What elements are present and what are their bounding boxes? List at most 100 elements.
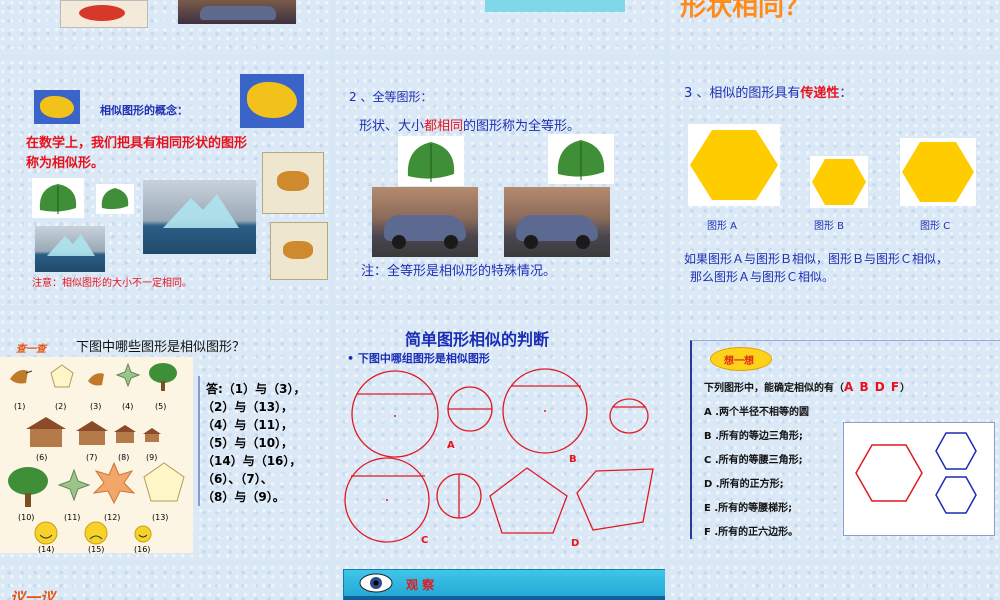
hexagon-panel-b bbox=[810, 156, 868, 208]
iceberg-photo-large bbox=[143, 180, 256, 254]
definition-prefix: 形状、大小 bbox=[359, 119, 425, 134]
question-answer: A B D F bbox=[844, 380, 901, 394]
label-a: 图形 A bbox=[707, 221, 738, 232]
slide-top-left bbox=[0, 0, 330, 55]
answer-line-6: （6）、（7）、 bbox=[202, 472, 273, 486]
think-option-d: D .所有的正方形; bbox=[704, 479, 784, 490]
fig-num-15: (15) bbox=[88, 545, 105, 554]
slide-bottom-left: 议一议 bbox=[0, 565, 330, 600]
judge-label-a: A bbox=[447, 440, 455, 451]
circle-b-small bbox=[609, 398, 649, 434]
smiley-small bbox=[134, 525, 152, 543]
fig-num-10: (10) bbox=[18, 513, 35, 522]
label-b: 图形 B bbox=[814, 221, 845, 232]
slide-transitive: 3 、相似的图形具有传递性： 图形 A 图形 B 图形 C 如果图形Ａ与图形Ｂ相… bbox=[670, 60, 1000, 305]
fig-num-2: (2) bbox=[55, 402, 67, 411]
china-map-large bbox=[240, 74, 304, 128]
leaf-large bbox=[32, 178, 84, 218]
think-badge: 想一想 bbox=[710, 347, 772, 371]
judge-figures bbox=[344, 368, 654, 543]
house-tiny bbox=[143, 428, 161, 442]
concept-title: 相似图形的概念： bbox=[100, 104, 188, 117]
judge-label-b: B bbox=[569, 454, 577, 465]
heading-suffix: ： bbox=[839, 86, 853, 101]
cyan-picture bbox=[485, 0, 625, 12]
congruent-definition: 形状、大小都相同的图形称为全等形。 bbox=[359, 115, 580, 134]
slide-judge: 简单图形相似的判断 • 下图中哪组图形是相似图形 A B C D bbox=[335, 310, 665, 560]
fig-num-13: (13) bbox=[152, 513, 169, 522]
answer-line-3: （4）与（11）， bbox=[202, 418, 294, 432]
house-large bbox=[26, 417, 66, 447]
check-badge: 查一查 bbox=[16, 344, 46, 355]
think-question: 下列图形中，能确定相似的有（A B D F） bbox=[704, 379, 910, 394]
circle-a-large bbox=[351, 370, 439, 458]
hexagon-blue-top bbox=[935, 432, 977, 470]
hexagon-panel-c bbox=[900, 138, 976, 206]
hexagon-box bbox=[843, 422, 995, 536]
pentagon-d-1 bbox=[489, 467, 568, 534]
car-photo-right bbox=[504, 187, 610, 257]
answer-line-4: （5）与（10）， bbox=[202, 436, 294, 450]
question-prefix: 下列图形中，能确定相似的有（ bbox=[704, 383, 844, 394]
bird-1 bbox=[10, 370, 33, 384]
heading-emphasis: 传递性 bbox=[800, 86, 840, 101]
smiley-large bbox=[34, 521, 58, 545]
answer-line-7: （8）与（9）。 bbox=[202, 490, 285, 504]
fig-num-14: (14) bbox=[38, 545, 55, 554]
slide-bottom-mid: 观 察 bbox=[335, 565, 665, 600]
tree-large bbox=[8, 467, 48, 507]
tree-small bbox=[149, 363, 177, 391]
star-large bbox=[57, 468, 91, 502]
slide-check: 查一查 下图中哪些图形是相似图形？ (1) (2) (3) (4) (5) (6… bbox=[0, 310, 330, 560]
think-option-f: F .所有的正六边形。 bbox=[704, 527, 799, 538]
think-option-c: C .所有的等腰三角形; bbox=[704, 455, 803, 466]
slide-congruent: 2 、全等图形： 形状、大小都相同的图形称为全等形。 注：全等形是相似形的特殊情… bbox=[335, 60, 665, 305]
hexagon-blue-bottom bbox=[935, 476, 977, 514]
pentagon-small bbox=[50, 364, 74, 388]
partial-badge: 议一议 bbox=[10, 589, 56, 600]
hexagon-c bbox=[902, 142, 974, 202]
slide-top-mid bbox=[335, 0, 665, 55]
think-option-b: B .所有的等边三角形; bbox=[704, 431, 803, 442]
leaf-left bbox=[398, 136, 464, 186]
hexagon-panel-a bbox=[688, 124, 780, 206]
judge-label-d: D bbox=[571, 538, 580, 549]
think-badge-text: 想一想 bbox=[724, 356, 754, 367]
slide-similar-concept: 相似图形的概念： 在数学上，我们把具有相同形状的图形 称为相似形。 注意：相似图… bbox=[0, 60, 330, 305]
hexagon-a bbox=[690, 130, 778, 200]
congruent-note: 注：全等形是相似形的特殊情况。 bbox=[361, 264, 557, 279]
fig-num-5: (5) bbox=[155, 402, 167, 411]
definition-emphasis: 都相同 bbox=[424, 119, 464, 134]
china-map-small bbox=[34, 90, 80, 124]
car-photo bbox=[178, 0, 296, 24]
fig-num-4: (4) bbox=[122, 402, 134, 411]
observe-label: 观 察 bbox=[406, 578, 435, 592]
hexagon-red bbox=[855, 444, 923, 502]
fig-num-11: (11) bbox=[64, 513, 81, 522]
judge-label-c: C bbox=[421, 535, 429, 546]
house-small bbox=[114, 425, 136, 443]
concept-definition-2: 称为相似形。 bbox=[26, 156, 105, 171]
concept-note: 注意：相似图形的大小不一定相同。 bbox=[32, 278, 192, 289]
transitive-text-1: 如果图形Ａ与图形Ｂ相似，图形Ｂ与图形Ｃ相似， bbox=[684, 252, 949, 266]
think-option-a: A .两个半径不相等的圆 bbox=[704, 407, 810, 418]
fig-num-6: (6) bbox=[36, 453, 48, 462]
partial-title: 形状相同？ bbox=[680, 0, 811, 22]
check-question: 下图中哪些图形是相似图形？ bbox=[76, 340, 246, 355]
figure-grid: (1) (2) (3) (4) (5) (6) (7) (8) (9) (10)… bbox=[0, 357, 193, 554]
fig-num-16: (16) bbox=[134, 545, 151, 554]
car-photo-left bbox=[372, 187, 478, 257]
question-suffix: ） bbox=[900, 383, 911, 394]
slide-think: 想一想 下列图形中，能确定相似的有（A B D F） A .两个半径不相等的圆 … bbox=[670, 310, 1000, 560]
iceberg-photo-small bbox=[35, 226, 105, 272]
map-illustration bbox=[60, 0, 148, 28]
heading-prefix: 3 、相似的图形具有 bbox=[684, 86, 801, 101]
leaf-right bbox=[548, 134, 614, 184]
star-small bbox=[115, 362, 141, 388]
pentagon-d-2 bbox=[576, 468, 654, 531]
pentagon-large bbox=[143, 462, 185, 502]
eye-icon bbox=[359, 573, 393, 593]
answer-box: 答:（1）与（3）， （2）与（13）， （4）与（11）， （5）与（10），… bbox=[198, 376, 328, 506]
fig-num-3: (3) bbox=[90, 402, 102, 411]
bird-2 bbox=[88, 373, 104, 386]
